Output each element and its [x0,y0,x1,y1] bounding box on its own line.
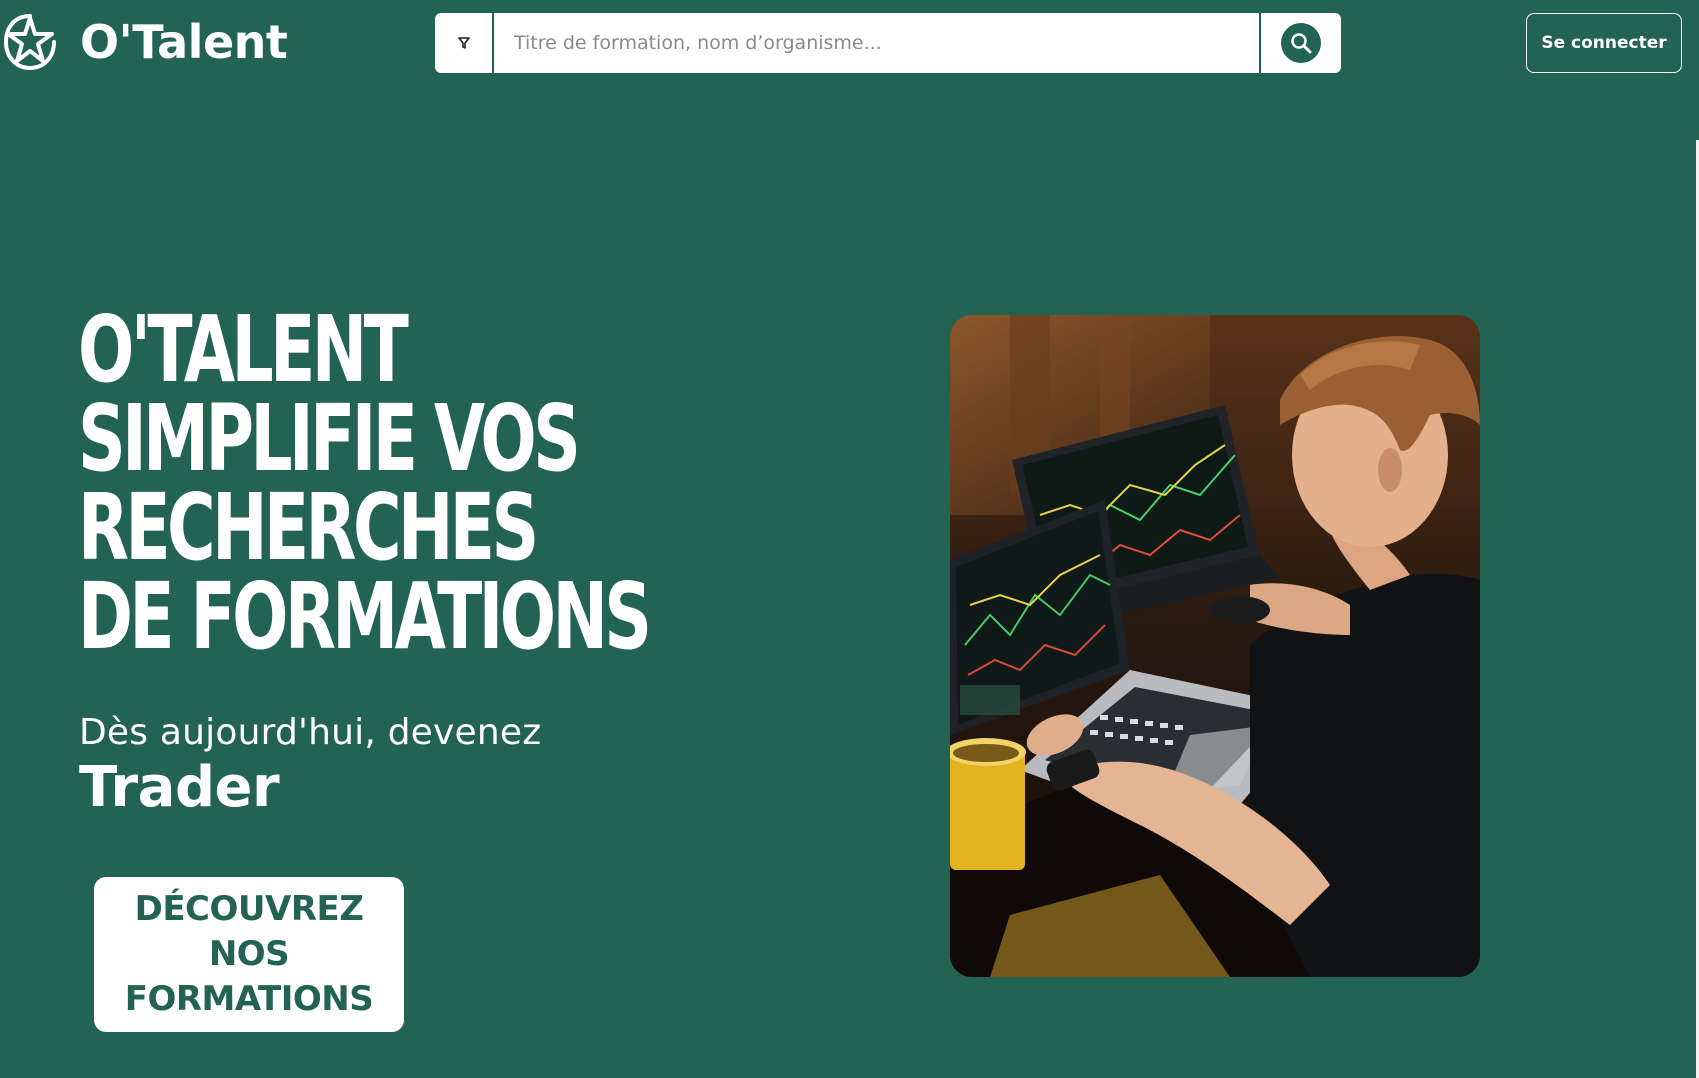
star-circle-logo-icon [4,14,56,71]
discover-trainings-button[interactable]: DÉCOUVREZ NOS FORMATIONS [94,877,404,1032]
search-input[interactable] [494,13,1259,73]
hero-photo [950,315,1480,977]
filter-button[interactable] [435,13,494,73]
brand-logo[interactable]: O'Talent [4,10,288,74]
search-button-circle [1281,23,1321,63]
filter-icon [457,37,470,49]
hero-title-line: RECHERCHES [78,474,539,581]
hero-subtitle: Dès aujourd'hui, devenez [79,712,542,753]
hero-title-line: SIMPLIFIE VOS [78,385,581,492]
search-bar [435,13,1341,73]
hero-role: Trader [79,755,280,820]
brand-name: O'Talent [80,15,288,69]
search-icon [1291,33,1312,54]
cta-label: DÉCOUVREZ NOS FORMATIONS [124,889,374,1019]
hero-title: O'TALENT SIMPLIFIE VOS RECHERCHES DE FOR… [78,296,654,670]
hero-title-line: DE FORMATIONS [78,563,652,670]
login-button[interactable]: Se connecter [1526,13,1682,73]
hero-title-line: O'TALENT [78,296,409,403]
search-button[interactable] [1259,13,1341,73]
